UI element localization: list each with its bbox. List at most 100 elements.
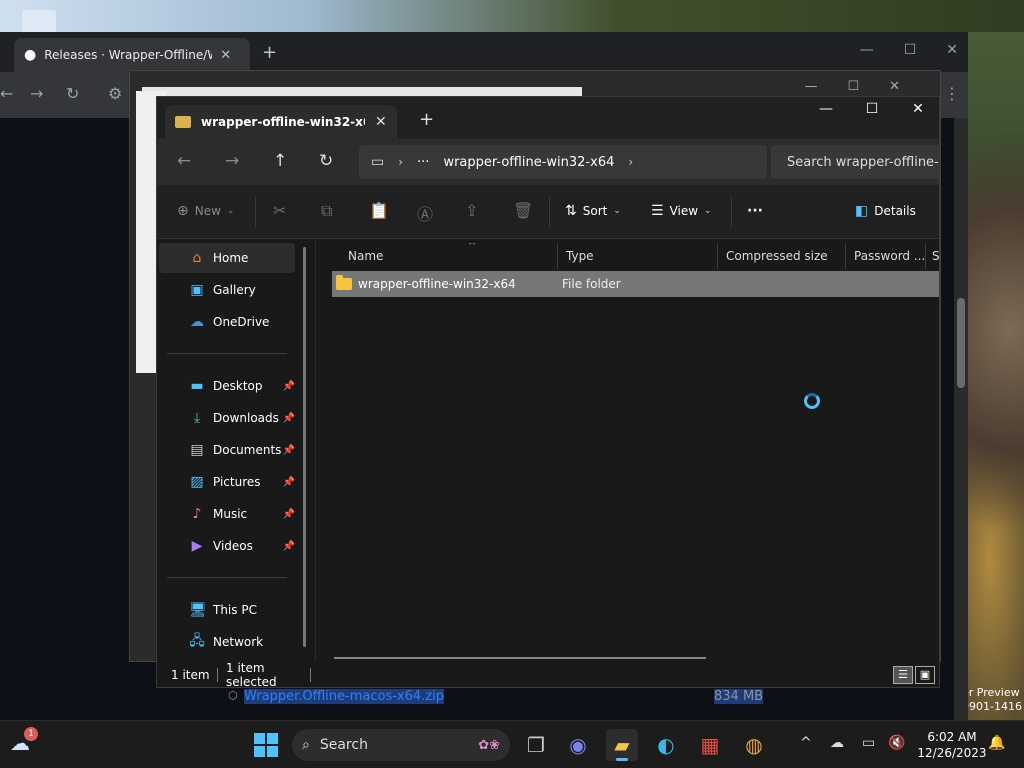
- computer-icon: 🖥: [189, 602, 207, 618]
- minimize-icon[interactable]: —: [804, 79, 817, 94]
- display-icon[interactable]: ▭: [862, 735, 875, 751]
- column-header-name[interactable]: Name ^: [340, 243, 558, 269]
- reload-icon[interactable]: ↻: [66, 84, 79, 103]
- new-tab-icon[interactable]: +: [419, 109, 434, 130]
- pin-icon[interactable]: 📌: [283, 445, 295, 456]
- site-settings-icon[interactable]: ⚙: [108, 84, 122, 103]
- breadcrumb-current[interactable]: wrapper-offline-win32-x64: [443, 155, 614, 170]
- chrome-tab-releases[interactable]: ● Releases · Wrapper-Offline/Wra ✕: [14, 38, 250, 72]
- monitor-icon[interactable]: ▭: [371, 154, 384, 170]
- more-options-button[interactable]: ···: [747, 203, 763, 219]
- column-header-compressed-size[interactable]: Compressed size: [718, 243, 846, 269]
- sidebar-item-pictures[interactable]: ▨ Pictures 📌: [159, 467, 295, 497]
- recycle-bin-icon[interactable]: [22, 10, 56, 34]
- store-icon[interactable]: ▦: [694, 729, 726, 761]
- maximize-icon[interactable]: ☐: [847, 79, 859, 94]
- sidebar-item-videos[interactable]: ▶ Videos 📌: [159, 531, 295, 561]
- table-row[interactable]: wrapper-offline-win32-x64 File folder: [332, 271, 939, 297]
- rename-icon[interactable]: Ⓐ: [417, 201, 433, 225]
- column-header-password[interactable]: Password ...: [846, 243, 926, 269]
- sidebar-item-home[interactable]: ⌂ Home: [159, 243, 295, 273]
- breadcrumb[interactable]: ▭ › ··· wrapper-offline-win32-x64 ›: [359, 145, 767, 179]
- sidebar-item-documents[interactable]: ▤ Documents 📌: [159, 435, 295, 465]
- close-icon[interactable]: ✕: [946, 42, 958, 58]
- details-button[interactable]: ◧ Details: [855, 203, 916, 219]
- taskbar-search[interactable]: ⌕ Search ✿❀: [292, 729, 510, 761]
- edge-icon[interactable]: ◐: [650, 729, 682, 761]
- chevron-right-icon[interactable]: ›: [628, 155, 633, 169]
- clock[interactable]: 6:02 AM 12/26/2023: [916, 729, 988, 761]
- onedrive-offline-icon[interactable]: ☁: [830, 735, 844, 751]
- sidebar-divider: [167, 577, 287, 578]
- menu-icon[interactable]: ⋮: [944, 84, 960, 103]
- file-list: Name ^ Type Compressed size Password ...…: [315, 239, 939, 661]
- horizontal-scrollbar[interactable]: [334, 657, 706, 659]
- maximize-icon[interactable]: ☐: [849, 101, 895, 117]
- maximize-icon[interactable]: ☐: [904, 42, 917, 58]
- sidebar-item-gallery[interactable]: ▣ Gallery: [159, 275, 295, 305]
- details-view-icon[interactable]: ☰: [893, 666, 913, 684]
- minimize-icon[interactable]: —: [860, 42, 874, 58]
- forward-icon[interactable]: →: [225, 151, 239, 171]
- release-asset-row[interactable]: ⬡ Wrapper.Offline-macos-x64.zip 834 MB: [214, 684, 874, 712]
- close-icon[interactable]: ✕: [375, 114, 387, 130]
- chrome-icon[interactable]: ◍: [738, 729, 770, 761]
- minimize-icon[interactable]: —: [803, 101, 849, 117]
- pin-icon[interactable]: 📌: [283, 541, 295, 552]
- chrome-tab-title: Releases · Wrapper-Offline/Wra: [44, 48, 212, 62]
- gallery-icon: ▣: [190, 282, 204, 298]
- asset-link[interactable]: Wrapper.Offline-macos-x64.zip: [244, 689, 444, 704]
- column-header-type[interactable]: Type: [558, 243, 718, 269]
- up-icon[interactable]: ↑: [273, 151, 287, 171]
- tiles-view-icon[interactable]: ▣: [915, 666, 935, 684]
- sort-button-label: Sort: [582, 204, 608, 218]
- chevron-up-icon[interactable]: ^: [800, 735, 812, 751]
- file-explorer-taskbar-icon[interactable]: ▰: [606, 729, 638, 761]
- copy-icon[interactable]: ⧉: [321, 201, 332, 221]
- sidebar-item-this-pc[interactable]: › 🖥 This PC: [159, 595, 295, 625]
- notification-bell-icon[interactable]: 🔔: [988, 735, 1005, 751]
- back-icon[interactable]: ←: [0, 84, 13, 103]
- new-tab-icon[interactable]: +: [262, 42, 277, 63]
- pin-icon[interactable]: 📌: [283, 381, 295, 392]
- breadcrumb-overflow[interactable]: ···: [417, 155, 429, 170]
- close-icon[interactable]: ✕: [889, 79, 900, 94]
- sidebar-item-downloads[interactable]: ⤓ Downloads 📌: [159, 403, 295, 433]
- forward-icon[interactable]: →: [30, 84, 43, 103]
- teams-chat-icon[interactable]: ◉: [562, 729, 594, 761]
- search-input[interactable]: Search wrapper-offline-w: [771, 145, 939, 179]
- paste-icon[interactable]: 📋: [369, 201, 389, 220]
- start-button[interactable]: [254, 733, 278, 757]
- build-watermark: er Preview 0901-1416: [962, 686, 1022, 714]
- cut-icon[interactable]: ✂: [273, 201, 286, 220]
- delete-icon[interactable]: 🗑: [513, 201, 533, 220]
- pin-icon[interactable]: 📌: [283, 477, 295, 488]
- sidebar-item-onedrive[interactable]: › ☁ OneDrive: [159, 307, 295, 337]
- column-header-size[interactable]: Si: [926, 243, 939, 269]
- weather-widget[interactable]: ☁ 1: [10, 727, 38, 755]
- explorer-tab[interactable]: wrapper-offline-win32-x64 ✕: [165, 105, 397, 139]
- pin-icon[interactable]: 📌: [283, 509, 295, 520]
- back-icon[interactable]: ←: [177, 151, 191, 171]
- sidebar-item-music[interactable]: ♪ Music 📌: [159, 499, 295, 529]
- explorer-tab-title: wrapper-offline-win32-x64: [201, 115, 365, 129]
- view-button[interactable]: ☰ View ⌄: [651, 203, 712, 219]
- chrome-scrollbar[interactable]: [954, 118, 968, 720]
- clock-time: 6:02 AM: [927, 730, 977, 744]
- scrollbar-thumb[interactable]: [957, 298, 965, 388]
- share-icon[interactable]: ⇪: [465, 201, 478, 220]
- sort-button[interactable]: ⇅ Sort ⌄: [565, 203, 621, 219]
- sidebar-item-network[interactable]: › 🖧 Network: [159, 627, 295, 657]
- refresh-icon[interactable]: ↻: [319, 151, 333, 171]
- new-button[interactable]: ⊕ New ⌄: [177, 203, 234, 219]
- close-icon[interactable]: ✕: [895, 101, 939, 117]
- chevron-right-icon[interactable]: ›: [398, 155, 403, 169]
- task-view-icon[interactable]: ❐: [520, 729, 552, 761]
- pin-icon[interactable]: 📌: [283, 413, 295, 424]
- volume-muted-icon[interactable]: 🔇: [888, 735, 905, 751]
- sidebar-item-label: This PC: [213, 603, 257, 617]
- sidebar-item-desktop[interactable]: ▬ Desktop 📌: [159, 371, 295, 401]
- close-icon[interactable]: ✕: [220, 48, 231, 63]
- sidebar-scrollbar[interactable]: [303, 247, 306, 647]
- sidebar-divider: [167, 353, 287, 354]
